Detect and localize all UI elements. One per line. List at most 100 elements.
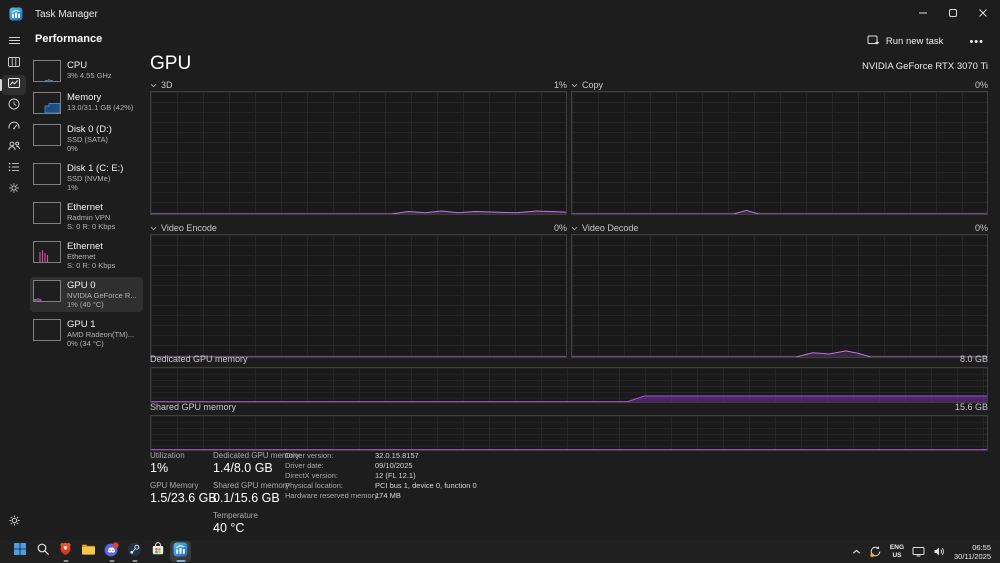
language-line1: ENG <box>889 544 905 551</box>
users-icon <box>7 139 21 158</box>
stat-shared-gpu-memory: Shared GPU memory 0.1/15.6 GB <box>213 481 290 505</box>
chart-plot-area-3d[interactable] <box>150 91 567 215</box>
sidebar-item-ethernet[interactable]: Ethernet Ethernet S: 0 R: 0 Kbps <box>30 238 143 273</box>
sidebar-item-subtext: S: 0 R: 0 Kbps <box>67 222 116 231</box>
rail-item-processes[interactable] <box>2 54 26 74</box>
utilization-line <box>572 235 987 357</box>
chart-plot-area-shared-gpu-memory[interactable] <box>150 415 988 451</box>
maximize-button[interactable] <box>938 0 968 28</box>
taskbar-start-button[interactable] <box>9 541 30 562</box>
cpu-mini-chart <box>33 60 61 82</box>
window-controls <box>908 0 998 28</box>
window-title: Task Manager <box>35 8 98 20</box>
sidebar-item-subtext: 0% <box>67 144 78 153</box>
chart-label: 3D <box>161 79 173 90</box>
microsoft-store-icon <box>151 542 165 561</box>
file-explorer-icon <box>81 543 96 561</box>
chart-plot-area-dedicated-gpu-memory[interactable] <box>150 367 988 403</box>
rail-item-services[interactable] <box>2 180 26 200</box>
language-switcher[interactable]: ENG US <box>890 544 904 559</box>
memory-chart-max: 8.0 GB <box>959 354 988 364</box>
engine-chart-video-encode: Video Encode 0% <box>150 222 567 358</box>
sidebar-item-title: GPU 1 <box>67 319 96 330</box>
chart-plot-area-copy[interactable] <box>571 91 988 215</box>
stat-gpu-memory: GPU Memory 1.5/23.6 GB <box>150 481 217 505</box>
taskbar-clock[interactable]: 06:55 30/11/2025 <box>954 543 991 561</box>
taskbar-brave-button[interactable] <box>55 541 76 562</box>
chart-label: Video Encode <box>161 222 217 233</box>
taskbar-steam-button[interactable] <box>124 541 145 562</box>
tray-update-sync-icon[interactable] <box>869 545 882 558</box>
chevron-down-icon[interactable] <box>150 80 157 90</box>
sidebar-item-subtext: Radmin VPN <box>67 213 111 222</box>
sidebar-item-title: Memory <box>67 92 102 103</box>
sidebar-item-title: Ethernet <box>67 202 103 213</box>
tray-volume-icon[interactable] <box>933 546 946 557</box>
taskbar-task-manager-button[interactable] <box>170 541 191 562</box>
nav-rail <box>0 28 28 540</box>
running-indicator <box>63 560 68 562</box>
sidebar-item-gpu-1[interactable]: GPU 1 AMD Radeon(TM)... 0% (34 °C) <box>30 316 143 351</box>
chart-value: 0% <box>974 222 988 233</box>
stat-dedicated-gpu-memory: Dedicated GPU memory 1.4/8.0 GB <box>213 451 300 475</box>
rail-item-performance[interactable] <box>0 75 26 95</box>
minimize-icon <box>918 5 928 23</box>
disk-0-mini-chart <box>33 124 61 146</box>
run-new-task-button[interactable]: Run new task <box>859 30 952 53</box>
rail-item-users[interactable] <box>2 138 26 158</box>
rail-item-settings[interactable] <box>2 513 26 533</box>
shared-memory-chart-block: Shared GPU memory 15.6 GB <box>150 402 988 451</box>
sidebar-item-gpu-0[interactable]: GPU 0 NVIDIA GeForce R... 1% (40 °C) <box>30 277 143 312</box>
windows-taskbar: ENG US 06:55 30/11/2025 <box>0 540 1000 563</box>
sidebar-item-subtext: Ethernet <box>67 252 96 261</box>
gpu-stats: Utilization 1% GPU Memory 1.5/23.6 GB Dedic… <box>150 451 988 541</box>
sidebar-item-title: Disk 0 (D:) <box>67 124 112 135</box>
gpu-0-mini-chart <box>33 280 61 302</box>
tray-chevron-up-icon[interactable] <box>852 549 861 555</box>
chevron-down-icon[interactable] <box>571 80 578 90</box>
rail-item-app-history[interactable] <box>2 96 26 116</box>
task-manager-logo-icon <box>9 7 23 21</box>
sidebar-item-title: GPU 0 <box>67 280 96 291</box>
stat-utilization: Utilization 1% <box>150 451 185 475</box>
chart-plot-area-video-encode[interactable] <box>150 234 567 358</box>
new-task-icon <box>867 34 880 49</box>
sidebar-item-disk-0[interactable]: Disk 0 (D:) SSD (SATA) 0% <box>30 121 143 156</box>
more-options-button[interactable]: ••• <box>961 34 992 50</box>
running-indicator <box>132 560 137 562</box>
stat-driver-version: Driver version: 32.0.15.8157 <box>285 451 419 460</box>
ethernet-radmin-mini-chart <box>33 202 61 224</box>
tray-display-icon[interactable] <box>912 546 925 557</box>
sidebar-item-cpu[interactable]: CPU 3% 4.55 GHz <box>30 57 143 85</box>
chevron-down-icon[interactable] <box>150 223 157 233</box>
sidebar-item-memory[interactable]: Memory 13.0/31.1 GB (42%) <box>30 89 143 117</box>
rail-item-details[interactable] <box>2 159 26 179</box>
utilization-line <box>151 368 987 402</box>
ethernet-mini-chart <box>33 241 61 263</box>
stat-driver-date: Driver date: 09/10/2025 <box>285 461 413 470</box>
sidebar-item-disk-1[interactable]: Disk 1 (C: E:) SSD (NVMe) 1% <box>30 160 143 195</box>
clock-date: 30/11/2025 <box>954 551 991 561</box>
chart-value: 1% <box>553 79 567 90</box>
chart-plot-area-video-decode[interactable] <box>571 234 988 358</box>
gpu-title: GPU <box>150 53 192 74</box>
toolbar: Run new task ••• <box>859 30 992 53</box>
chart-label: Video Decode <box>582 222 639 233</box>
taskbar-microsoft-store-button[interactable] <box>147 541 168 562</box>
taskbar-search-button[interactable] <box>32 541 53 562</box>
language-line2: US <box>892 551 902 559</box>
close-button[interactable] <box>968 0 998 28</box>
sidebar-item-subtext: S: 0 R: 0 Kbps <box>67 261 116 270</box>
sidebar-item-ethernet-radmin[interactable]: Ethernet Radmin VPN S: 0 R: 0 Kbps <box>30 199 143 234</box>
utilization-line <box>151 92 566 214</box>
sidebar-item-subtext: 3% 4.55 GHz <box>67 71 112 80</box>
taskbar-file-explorer-button[interactable] <box>78 541 99 562</box>
disk-1-mini-chart <box>33 163 61 185</box>
titlebar: Task Manager <box>0 0 1000 28</box>
minimize-button[interactable] <box>908 0 938 28</box>
performance-sidebar: Performance CPU 3% 4.55 GHz Memory 13.0/31.… <box>28 28 145 540</box>
rail-item-startup-apps[interactable] <box>2 117 26 137</box>
taskbar-discord-button[interactable] <box>101 541 122 562</box>
chevron-down-icon[interactable] <box>571 223 578 233</box>
rail-item-menu[interactable] <box>2 33 26 53</box>
